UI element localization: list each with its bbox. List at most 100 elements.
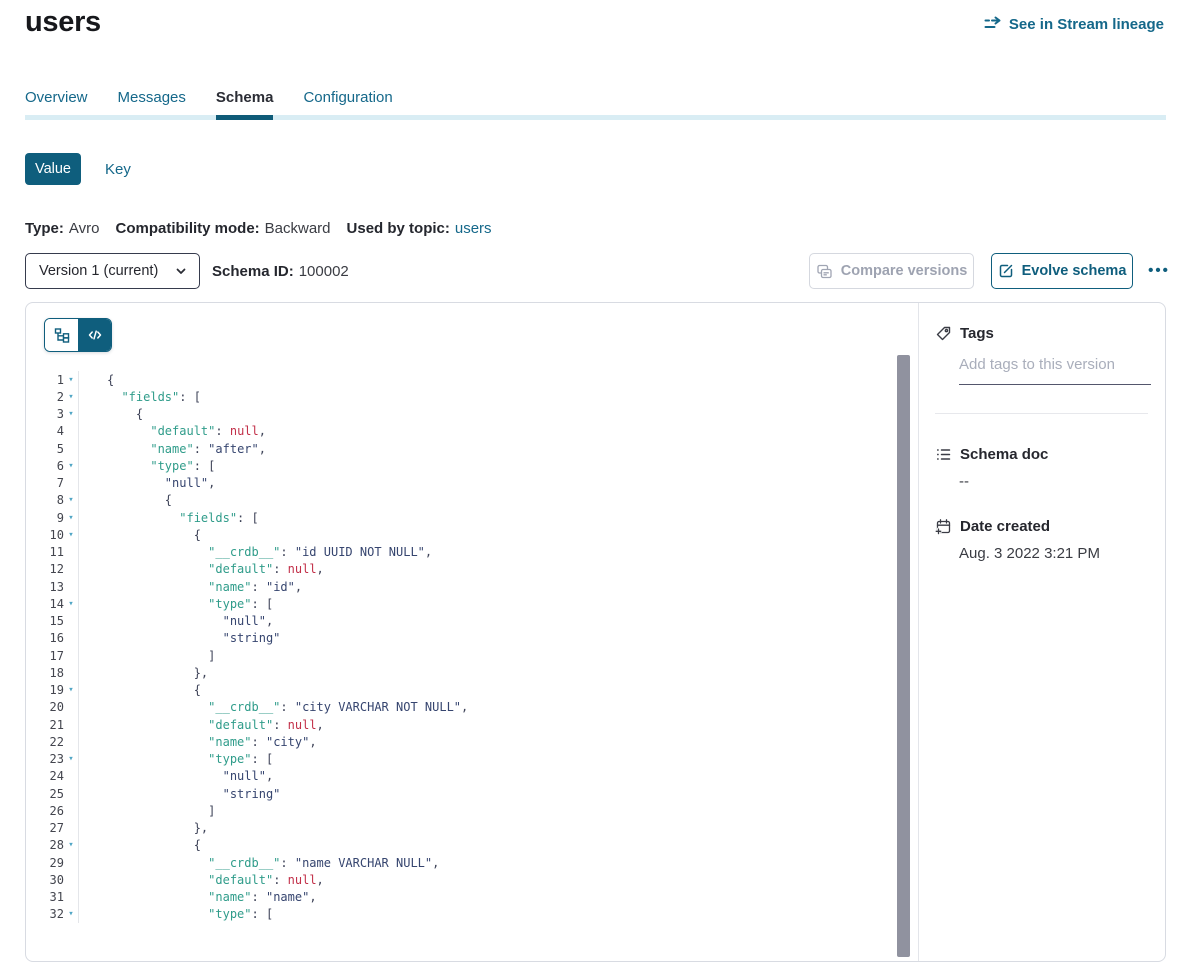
- schema-doc-heading: Schema doc: [935, 446, 1148, 463]
- version-bar: Version 1 (current) Schema ID:100002 Com…: [25, 253, 1172, 289]
- type-label: Type:: [25, 220, 64, 237]
- stream-lineage-label: See in Stream lineage: [1009, 16, 1164, 33]
- line-number: 13: [26, 580, 64, 594]
- code-text: },: [79, 666, 208, 680]
- list-icon: [935, 446, 952, 463]
- code-text: "fields": [: [79, 511, 259, 525]
- fold-arrow-icon[interactable]: ▾: [64, 495, 78, 505]
- compare-versions-icon: [816, 263, 833, 280]
- evolve-schema-button[interactable]: Evolve schema: [991, 253, 1133, 289]
- code-text: "name": "city",: [79, 735, 317, 749]
- code-text: "null",: [79, 614, 273, 628]
- code-line: 9▾ "fields": [: [26, 509, 918, 526]
- code-text: "name": "after",: [79, 442, 266, 456]
- code-text: "name": "id",: [79, 580, 302, 594]
- key-toggle-button[interactable]: Key: [105, 161, 131, 178]
- tab-bar: Overview Messages Schema Configuration: [25, 89, 1166, 107]
- code-line: 16 "string": [26, 630, 918, 647]
- compatibility-value: Backward: [265, 220, 331, 237]
- line-number: 31: [26, 890, 64, 904]
- code-line: 18 },: [26, 664, 918, 681]
- tree-view-button[interactable]: [45, 319, 78, 351]
- code-view-icon: [87, 327, 103, 343]
- editor-scrollbar[interactable]: [897, 355, 910, 957]
- schema-id-label: Schema ID:: [212, 263, 294, 280]
- version-select[interactable]: Version 1 (current): [25, 253, 200, 289]
- line-number: 1: [26, 373, 64, 387]
- schema-code-editor[interactable]: 1▾{2▾ "fields": [3▾ {4 "default": null,5…: [26, 303, 919, 961]
- code-text: {: [79, 373, 114, 387]
- fold-arrow-icon[interactable]: ▾: [64, 909, 78, 919]
- line-number: 20: [26, 700, 64, 714]
- code-line: 15 "null",: [26, 613, 918, 630]
- code-line: 24 "null",: [26, 768, 918, 785]
- compare-versions-button[interactable]: Compare versions: [809, 253, 974, 289]
- used-by-topic-field: Used by topic: users: [347, 220, 492, 237]
- line-number: 19: [26, 683, 64, 697]
- line-number: 16: [26, 631, 64, 645]
- tab-overview[interactable]: Overview: [25, 89, 88, 107]
- fold-arrow-icon[interactable]: ▾: [64, 599, 78, 609]
- stream-lineage-link[interactable]: See in Stream lineage: [984, 15, 1164, 33]
- line-number: 26: [26, 804, 64, 818]
- line-number: 2: [26, 390, 64, 404]
- code-line: 27 },: [26, 820, 918, 837]
- tab-messages[interactable]: Messages: [118, 89, 186, 107]
- topic-link[interactable]: users: [455, 220, 492, 237]
- line-number: 24: [26, 769, 64, 783]
- code-text: {: [79, 838, 201, 852]
- schema-meta-row: Type: Avro Compatibility mode: Backward Us…: [25, 220, 492, 237]
- used-by-topic-label: Used by topic:: [347, 220, 450, 237]
- schema-panel: 1▾{2▾ "fields": [3▾ {4 "default": null,5…: [25, 302, 1166, 962]
- code-line: 21 "default": null,: [26, 716, 918, 733]
- line-number: 32: [26, 907, 64, 921]
- code-text: {: [79, 493, 172, 507]
- fold-arrow-icon[interactable]: ▾: [64, 530, 78, 540]
- code-text: "default": null,: [79, 562, 324, 576]
- code-text: {: [79, 407, 143, 421]
- value-toggle-button[interactable]: Value: [25, 153, 81, 185]
- evolve-schema-icon: [998, 263, 1014, 279]
- add-tags-input[interactable]: [959, 354, 1151, 385]
- code-text: "type": [: [79, 459, 215, 473]
- code-text: "type": [: [79, 907, 273, 921]
- line-number: 30: [26, 873, 64, 887]
- line-number: 4: [26, 424, 64, 438]
- code-text: "fields": [: [79, 390, 201, 404]
- type-value: Avro: [69, 220, 100, 237]
- code-text: "__crdb__": "name VARCHAR NULL",: [79, 856, 439, 870]
- code-text: ]: [79, 804, 215, 818]
- code-text: "name": "name",: [79, 890, 317, 904]
- fold-arrow-icon[interactable]: ▾: [64, 392, 78, 402]
- schema-doc-section: Schema doc --: [935, 446, 1148, 490]
- code-line: 17 ]: [26, 647, 918, 664]
- fold-arrow-icon[interactable]: ▾: [64, 840, 78, 850]
- fold-arrow-icon[interactable]: ▾: [64, 754, 78, 764]
- fold-arrow-icon[interactable]: ▾: [64, 685, 78, 695]
- more-options-button[interactable]: •••: [1146, 253, 1172, 289]
- version-select-value: Version 1 (current): [39, 263, 175, 279]
- date-created-value: Aug. 3 2022 3:21 PM: [959, 545, 1148, 562]
- fold-arrow-icon[interactable]: ▾: [64, 461, 78, 471]
- view-mode-toggle: [44, 318, 112, 352]
- tab-configuration[interactable]: Configuration: [303, 89, 392, 107]
- fold-arrow-icon[interactable]: ▾: [64, 513, 78, 523]
- line-number: 7: [26, 476, 64, 490]
- compatibility-label: Compatibility mode:: [115, 220, 259, 237]
- code-lines: 1▾{2▾ "fields": [3▾ {4 "default": null,5…: [26, 371, 918, 923]
- fold-arrow-icon[interactable]: ▾: [64, 375, 78, 385]
- tab-schema[interactable]: Schema: [216, 89, 274, 107]
- code-text: "default": null,: [79, 873, 324, 887]
- code-line: 25 "string": [26, 785, 918, 802]
- line-number: 27: [26, 821, 64, 835]
- line-number: 3: [26, 407, 64, 421]
- code-text: "null",: [79, 476, 215, 490]
- code-line: 20 "__crdb__": "city VARCHAR NOT NULL",: [26, 699, 918, 716]
- code-text: "string": [79, 631, 280, 645]
- stream-lineage-icon: [984, 15, 1002, 33]
- fold-arrow-icon[interactable]: ▾: [64, 409, 78, 419]
- evolve-schema-label: Evolve schema: [1022, 263, 1127, 279]
- code-view-button[interactable]: [78, 319, 111, 351]
- line-number: 28: [26, 838, 64, 852]
- date-created-heading: Date created: [935, 518, 1148, 535]
